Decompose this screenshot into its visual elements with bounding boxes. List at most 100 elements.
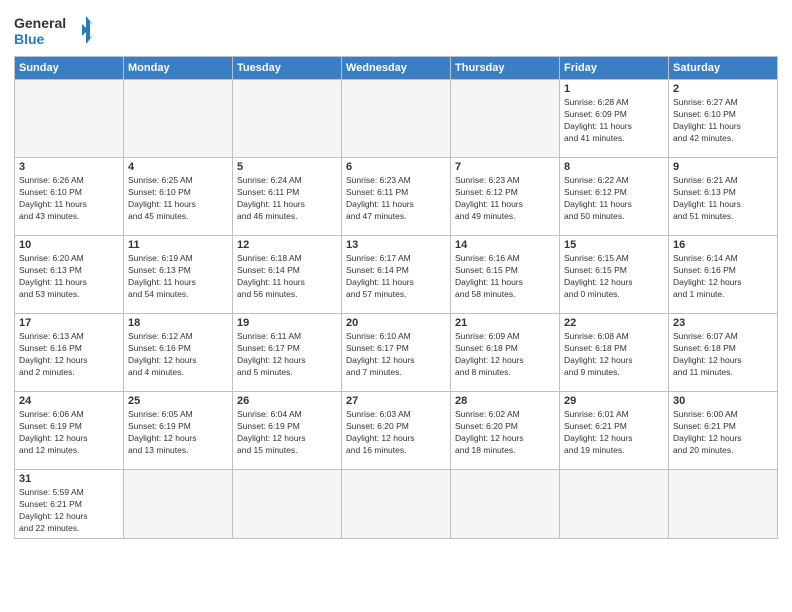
calendar-cell	[124, 80, 233, 158]
calendar-cell	[124, 470, 233, 539]
calendar-cell: 14 Sunrise: 6:16 AM Sunset: 6:15 PM Dayli…	[451, 236, 560, 314]
day-info: Sunrise: 6:09 AM Sunset: 6:18 PM Dayligh…	[455, 331, 555, 379]
day-number: 6	[346, 161, 446, 173]
calendar-cell: 1 Sunrise: 6:28 AM Sunset: 6:09 PM Daylig…	[560, 80, 669, 158]
calendar-cell: 4Sunrise: 6:25 AM Sunset: 6:10 PM Daylig…	[124, 158, 233, 236]
day-number: 24	[19, 395, 119, 407]
day-number: 13	[346, 239, 446, 251]
header: General Blue	[14, 10, 778, 50]
logo: General Blue	[14, 10, 94, 50]
calendar-cell: 9Sunrise: 6:21 AM Sunset: 6:13 PM Daylig…	[669, 158, 778, 236]
day-number: 3	[19, 161, 119, 173]
day-number: 25	[128, 395, 228, 407]
calendar-header-row: SundayMondayTuesdayWednesdayThursdayFrid…	[15, 57, 778, 80]
calendar-cell	[451, 470, 560, 539]
calendar-table: SundayMondayTuesdayWednesdayThursdayFrid…	[14, 56, 778, 539]
day-number: 12	[237, 239, 337, 251]
day-info: Sunrise: 6:24 AM Sunset: 6:11 PM Dayligh…	[237, 175, 337, 223]
day-info: Sunrise: 6:10 AM Sunset: 6:17 PM Dayligh…	[346, 331, 446, 379]
day-info: Sunrise: 6:05 AM Sunset: 6:19 PM Dayligh…	[128, 409, 228, 457]
calendar-cell: 25 Sunrise: 6:05 AM Sunset: 6:19 PM Dayli…	[124, 392, 233, 470]
header-wednesday: Wednesday	[342, 57, 451, 80]
calendar-cell: 2Sunrise: 6:27 AM Sunset: 6:10 PM Daylig…	[669, 80, 778, 158]
day-number: 11	[128, 239, 228, 251]
calendar-cell	[233, 80, 342, 158]
day-number: 5	[237, 161, 337, 173]
day-info: Sunrise: 6:16 AM Sunset: 6:15 PM Dayligh…	[455, 253, 555, 301]
day-number: 4	[128, 161, 228, 173]
page: General Blue SundayMondayTuesdayWednesda…	[0, 0, 792, 612]
calendar-cell: 18 Sunrise: 6:12 AM Sunset: 6:16 PM Dayli…	[124, 314, 233, 392]
day-info: Sunrise: 6:00 AM Sunset: 6:21 PM Dayligh…	[673, 409, 773, 457]
day-info: Sunrise: 6:22 AM Sunset: 6:12 PM Dayligh…	[564, 175, 664, 223]
day-number: 22	[564, 317, 664, 329]
day-number: 10	[19, 239, 119, 251]
day-number: 1	[564, 83, 664, 95]
day-info: Sunrise: 6:20 AM Sunset: 6:13 PM Dayligh…	[19, 253, 119, 301]
calendar-cell: 29Sunrise: 6:01 AM Sunset: 6:21 PM Dayli…	[560, 392, 669, 470]
week-row-1: 1 Sunrise: 6:28 AM Sunset: 6:09 PM Daylig…	[15, 80, 778, 158]
day-info: Sunrise: 6:01 AM Sunset: 6:21 PM Dayligh…	[564, 409, 664, 457]
day-number: 31	[19, 473, 119, 485]
day-info: Sunrise: 6:17 AM Sunset: 6:14 PM Dayligh…	[346, 253, 446, 301]
day-number: 2	[673, 83, 773, 95]
svg-text:Blue: Blue	[14, 31, 45, 47]
calendar-cell: 21 Sunrise: 6:09 AM Sunset: 6:18 PM Dayli…	[451, 314, 560, 392]
day-info: Sunrise: 6:13 AM Sunset: 6:16 PM Dayligh…	[19, 331, 119, 379]
day-number: 19	[237, 317, 337, 329]
calendar-cell: 5 Sunrise: 6:24 AM Sunset: 6:11 PM Daylig…	[233, 158, 342, 236]
day-info: Sunrise: 6:26 AM Sunset: 6:10 PM Dayligh…	[19, 175, 119, 223]
day-info: Sunrise: 6:23 AM Sunset: 6:11 PM Dayligh…	[346, 175, 446, 223]
week-row-5: 24 Sunrise: 6:06 AM Sunset: 6:19 PM Dayli…	[15, 392, 778, 470]
day-info: Sunrise: 6:12 AM Sunset: 6:16 PM Dayligh…	[128, 331, 228, 379]
calendar-cell: 3 Sunrise: 6:26 AM Sunset: 6:10 PM Daylig…	[15, 158, 124, 236]
calendar-cell: 22 Sunrise: 6:08 AM Sunset: 6:18 PM Dayli…	[560, 314, 669, 392]
day-number: 21	[455, 317, 555, 329]
calendar-cell: 15 Sunrise: 6:15 AM Sunset: 6:15 PM Dayli…	[560, 236, 669, 314]
day-number: 15	[564, 239, 664, 251]
day-number: 26	[237, 395, 337, 407]
day-info: Sunrise: 6:04 AM Sunset: 6:19 PM Dayligh…	[237, 409, 337, 457]
day-number: 17	[19, 317, 119, 329]
day-info: Sunrise: 6:11 AM Sunset: 6:17 PM Dayligh…	[237, 331, 337, 379]
calendar-cell: 7Sunrise: 6:23 AM Sunset: 6:12 PM Daylig…	[451, 158, 560, 236]
week-row-2: 3 Sunrise: 6:26 AM Sunset: 6:10 PM Daylig…	[15, 158, 778, 236]
logo-svg: General Blue	[14, 10, 94, 50]
day-number: 30	[673, 395, 773, 407]
day-number: 18	[128, 317, 228, 329]
day-info: Sunrise: 6:18 AM Sunset: 6:14 PM Dayligh…	[237, 253, 337, 301]
day-info: Sunrise: 6:19 AM Sunset: 6:13 PM Dayligh…	[128, 253, 228, 301]
day-info: Sunrise: 5:59 AM Sunset: 6:21 PM Dayligh…	[19, 487, 119, 535]
day-info: Sunrise: 6:15 AM Sunset: 6:15 PM Dayligh…	[564, 253, 664, 301]
header-friday: Friday	[560, 57, 669, 80]
day-number: 23	[673, 317, 773, 329]
calendar-cell: 8Sunrise: 6:22 AM Sunset: 6:12 PM Daylig…	[560, 158, 669, 236]
calendar-cell	[15, 80, 124, 158]
calendar-cell: 17 Sunrise: 6:13 AM Sunset: 6:16 PM Dayli…	[15, 314, 124, 392]
calendar-cell: 19 Sunrise: 6:11 AM Sunset: 6:17 PM Dayli…	[233, 314, 342, 392]
header-sunday: Sunday	[15, 57, 124, 80]
header-thursday: Thursday	[451, 57, 560, 80]
day-number: 7	[455, 161, 555, 173]
calendar-cell: 24 Sunrise: 6:06 AM Sunset: 6:19 PM Dayli…	[15, 392, 124, 470]
header-monday: Monday	[124, 57, 233, 80]
day-info: Sunrise: 6:02 AM Sunset: 6:20 PM Dayligh…	[455, 409, 555, 457]
calendar-cell	[233, 470, 342, 539]
calendar-cell	[342, 470, 451, 539]
day-info: Sunrise: 6:06 AM Sunset: 6:19 PM Dayligh…	[19, 409, 119, 457]
calendar-cell: 26 Sunrise: 6:04 AM Sunset: 6:19 PM Dayli…	[233, 392, 342, 470]
day-number: 20	[346, 317, 446, 329]
calendar-cell	[342, 80, 451, 158]
day-info: Sunrise: 6:28 AM Sunset: 6:09 PM Dayligh…	[564, 97, 664, 145]
week-row-6: 31 Sunrise: 5:59 AM Sunset: 6:21 PM Dayli…	[15, 470, 778, 539]
day-number: 16	[673, 239, 773, 251]
day-number: 14	[455, 239, 555, 251]
day-info: Sunrise: 6:08 AM Sunset: 6:18 PM Dayligh…	[564, 331, 664, 379]
calendar-cell: 10 Sunrise: 6:20 AM Sunset: 6:13 PM Dayli…	[15, 236, 124, 314]
calendar-cell: 12 Sunrise: 6:18 AM Sunset: 6:14 PM Dayli…	[233, 236, 342, 314]
calendar-cell	[669, 470, 778, 539]
header-saturday: Saturday	[669, 57, 778, 80]
day-info: Sunrise: 6:14 AM Sunset: 6:16 PM Dayligh…	[673, 253, 773, 301]
calendar-cell: 23Sunrise: 6:07 AM Sunset: 6:18 PM Dayli…	[669, 314, 778, 392]
calendar-cell: 20 Sunrise: 6:10 AM Sunset: 6:17 PM Dayli…	[342, 314, 451, 392]
